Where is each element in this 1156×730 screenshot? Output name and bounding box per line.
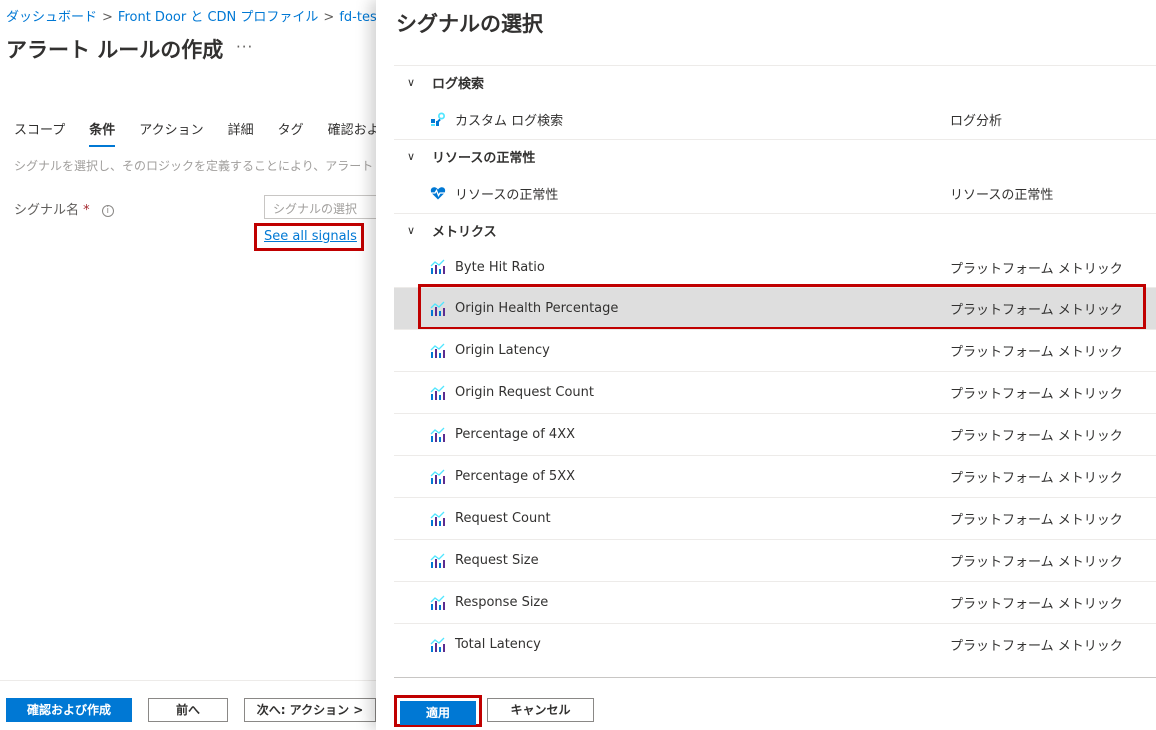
- signal-type: リソースの正常性: [950, 187, 1054, 203]
- signal-name: Byte Hit Ratio: [455, 259, 545, 275]
- signal-row-metric[interactable]: Request Size プラットフォーム メトリック: [394, 539, 1156, 581]
- breadcrumb-dashboard[interactable]: ダッシュボード: [6, 10, 97, 25]
- signal-name: Request Count: [455, 511, 551, 526]
- signal-row-custom-log-search[interactable]: カスタム ログ検索 ログ分析: [394, 99, 1156, 139]
- signal-name-label: シグナル名 * i: [14, 199, 114, 218]
- signal-type: プラットフォーム メトリック: [950, 471, 1123, 486]
- signal-type: プラットフォーム メトリック: [950, 597, 1123, 612]
- panel-title: シグナルの選択: [396, 12, 543, 36]
- signal-type: プラットフォーム メトリック: [950, 639, 1123, 654]
- group-name: リソースの正常性: [432, 151, 536, 166]
- tab-details[interactable]: 詳細: [228, 119, 254, 144]
- signal-row-metric[interactable]: Response Size プラットフォーム メトリック: [394, 581, 1156, 623]
- signal-name: カスタム ログ検索: [455, 113, 564, 129]
- signal-name: Percentage of 4XX: [455, 427, 576, 442]
- breadcrumb-separator: >: [102, 10, 113, 25]
- group-metrics[interactable]: ∨ メトリクス: [394, 213, 1156, 247]
- more-options-button[interactable]: ···: [236, 38, 253, 56]
- signal-name-text: シグナル名: [14, 203, 80, 218]
- panel-footer-divider: [394, 677, 1156, 678]
- signal-name: リソースの正常性: [455, 187, 559, 203]
- signal-row-metric[interactable]: Origin Request Count プラットフォーム メトリック: [394, 371, 1156, 413]
- signal-name: Origin Health Percentage: [455, 301, 619, 316]
- group-name: メトリクス: [432, 225, 497, 240]
- signal-row-metric[interactable]: Percentage of 5XX プラットフォーム メトリック: [394, 455, 1156, 497]
- see-all-signals-link[interactable]: See all signals: [254, 223, 364, 251]
- review-create-button[interactable]: 確認および作成: [6, 698, 132, 722]
- breadcrumb-frontdoor-cdn[interactable]: Front Door と CDN プロファイル: [118, 10, 319, 25]
- metric-chart-icon: [430, 427, 445, 442]
- metric-chart-icon: [430, 553, 445, 568]
- metric-chart-icon: [430, 385, 445, 400]
- tab-actions[interactable]: アクション: [139, 119, 203, 144]
- metric-chart-icon: [430, 469, 445, 484]
- page: ダッシュボード > Front Door と CDN プロファイル > fd-test-…: [0, 0, 1156, 730]
- metric-chart-icon: [430, 301, 445, 316]
- apply-highlight: 適用: [394, 695, 482, 727]
- signal-name: Origin Latency: [455, 343, 550, 358]
- select-signal-panel: シグナルの選択 ∨ ログ検索 カスタム ログ検索 ログ分析 ∨ リソースの正常性…: [376, 0, 1156, 730]
- signal-type: ログ分析: [950, 113, 1003, 129]
- signal-type: プラットフォーム メトリック: [950, 513, 1123, 528]
- signal-type: プラットフォーム メトリック: [950, 303, 1123, 318]
- condition-description: シグナルを選択し、そのロジックを定義することにより、アラート ルールをトリガーす…: [14, 159, 380, 173]
- group-resource-health[interactable]: ∨ リソースの正常性: [394, 139, 1156, 173]
- metric-chart-icon: [430, 511, 445, 526]
- signal-name: Total Latency: [455, 637, 541, 652]
- signal-name: Origin Request Count: [455, 385, 594, 400]
- signal-name: Request Size: [455, 553, 539, 568]
- chevron-down-icon: ∨: [407, 76, 416, 89]
- signal-type: プラットフォーム メトリック: [950, 345, 1123, 360]
- signal-row-metric[interactable]: Origin Health Percentage プラットフォーム メトリック: [394, 284, 1156, 330]
- log-search-icon: [431, 112, 445, 126]
- signal-row-metric[interactable]: Percentage of 4XX プラットフォーム メトリック: [394, 413, 1156, 455]
- signal-row-metric[interactable]: Total Latency プラットフォーム メトリック: [394, 623, 1156, 665]
- signal-type: プラットフォーム メトリック: [950, 555, 1123, 570]
- metric-chart-icon: [430, 343, 445, 358]
- signal-name: Percentage of 5XX: [455, 469, 576, 484]
- tab-tags[interactable]: タグ: [278, 119, 304, 144]
- info-icon[interactable]: i: [101, 205, 114, 217]
- tab-condition[interactable]: 条件: [89, 119, 116, 147]
- signal-type: プラットフォーム メトリック: [950, 429, 1123, 444]
- signal-row-resource-health[interactable]: リソースの正常性 リソースの正常性: [394, 173, 1156, 213]
- alert-rule-blade: ダッシュボード > Front Door と CDN プロファイル > fd-test-…: [0, 0, 419, 730]
- next-actions-button[interactable]: 次へ: アクション >: [244, 698, 376, 722]
- metric-rows: Byte Hit Ratio プラットフォーム メトリック Origin Healt…: [394, 247, 1156, 665]
- signal-row-metric[interactable]: Request Count プラットフォーム メトリック: [394, 497, 1156, 539]
- breadcrumb-separator: >: [323, 10, 335, 25]
- signal-row-metric[interactable]: Byte Hit Ratio プラットフォーム メトリック: [394, 247, 1156, 287]
- metric-chart-icon: [430, 595, 445, 610]
- apply-button[interactable]: 適用: [400, 701, 476, 725]
- tab-scope[interactable]: スコープ: [14, 119, 65, 144]
- metric-chart-icon: [430, 637, 445, 652]
- group-log-search[interactable]: ∨ ログ検索: [394, 65, 1156, 99]
- signal-select-input[interactable]: シグナルの選択: [264, 195, 394, 219]
- signal-type: プラットフォーム メトリック: [950, 387, 1123, 402]
- previous-button[interactable]: 前へ: [148, 698, 228, 722]
- group-name: ログ検索: [432, 77, 485, 92]
- chevron-down-icon: ∨: [407, 224, 416, 237]
- signal-row-metric[interactable]: Origin Latency プラットフォーム メトリック: [394, 329, 1156, 371]
- breadcrumb: ダッシュボード > Front Door と CDN プロファイル > fd-test-…: [6, 6, 403, 25]
- required-mark: *: [83, 203, 90, 218]
- cancel-button[interactable]: キャンセル: [487, 698, 594, 722]
- page-title: アラート ルールの作成: [6, 38, 224, 62]
- metric-chart-icon: [430, 259, 445, 274]
- signal-list: ∨ ログ検索 カスタム ログ検索 ログ分析 ∨ リソースの正常性 リソースの正常…: [394, 65, 1156, 665]
- heart-pulse-icon: [430, 187, 446, 200]
- signal-type: プラットフォーム メトリック: [950, 261, 1123, 277]
- chevron-down-icon: ∨: [407, 150, 416, 163]
- signal-name: Response Size: [455, 595, 549, 610]
